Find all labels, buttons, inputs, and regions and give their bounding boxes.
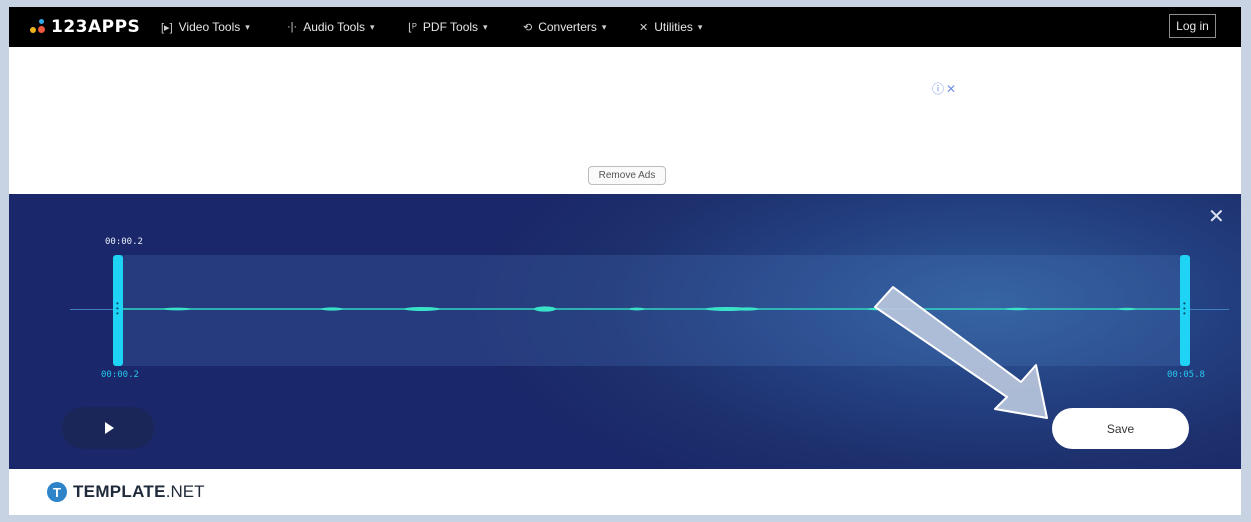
grip-icon: • • •: [1183, 299, 1186, 318]
nav-audio-tools[interactable]: ·|· Audio Tools ▾: [287, 7, 375, 47]
template-brand-light: .NET: [165, 482, 205, 501]
chevron-down-icon: ▾: [245, 21, 250, 32]
top-navigation: 123APPS [▸] Video Tools ▾ ·|· Audio Tool…: [9, 7, 1241, 47]
chevron-down-icon: ▾: [697, 21, 703, 32]
save-button[interactable]: Save: [1052, 408, 1189, 449]
nav-converters[interactable]: ⟲ Converters ▾: [523, 7, 606, 47]
nav-utilities-label: Utilities: [654, 20, 693, 34]
trim-end-time[interactable]: 00:05.8: [1167, 370, 1205, 380]
play-button[interactable]: [62, 407, 154, 449]
play-icon: [105, 422, 114, 434]
logo[interactable]: 123APPS: [30, 7, 140, 47]
video-icon: [▸]: [161, 21, 173, 34]
audio-wave-icon: ·|·: [287, 21, 298, 33]
waveform[interactable]: [117, 255, 1188, 366]
nav-pdf-tools[interactable]: ⌊ᴾ PDF Tools ▾: [408, 7, 488, 47]
chevron-down-icon: ▾: [601, 21, 607, 32]
chevron-down-icon: ▾: [483, 21, 488, 32]
trim-handle-left[interactable]: • • •: [113, 255, 123, 366]
remove-ads-button[interactable]: Remove Ads: [588, 166, 666, 185]
logo-dots-icon: [30, 19, 46, 35]
nav-converters-label: Converters: [538, 20, 597, 34]
template-brand-bold: TEMPLATE: [73, 482, 166, 501]
template-net-logo: T TEMPLATE .NET: [47, 482, 204, 502]
audio-editor: ✕ 00:00.2 • • • • • • 00:00.2 00:05.8 Sa…: [9, 194, 1241, 469]
pdf-icon: ⌊ᴾ: [408, 21, 417, 34]
ad-info-close-icon[interactable]: ⓘ✕: [932, 80, 958, 97]
template-logo-icon: T: [47, 482, 67, 502]
grip-icon: • • •: [116, 299, 119, 318]
ad-area: ⓘ✕ Remove Ads: [9, 47, 1241, 194]
close-icon[interactable]: ✕: [1208, 206, 1225, 226]
convert-icon: ⟲: [523, 21, 533, 34]
trim-handle-right[interactable]: • • •: [1180, 255, 1190, 366]
chevron-down-icon: ▾: [370, 21, 375, 32]
logo-text: 123APPS: [51, 17, 141, 37]
waveform-baseline-left: [70, 309, 117, 310]
start-time-label: 00:00.2: [105, 237, 143, 247]
nav-video-tools-label: Video Tools: [178, 20, 241, 34]
waveform-baseline-right: [1189, 309, 1229, 310]
footer: T TEMPLATE .NET: [9, 469, 1241, 515]
nav-pdf-tools-label: PDF Tools: [422, 20, 479, 34]
nav-video-tools[interactable]: [▸] Video Tools ▾: [161, 7, 250, 47]
browser-frame: 123APPS [▸] Video Tools ▾ ·|· Audio Tool…: [9, 7, 1241, 515]
tools-icon: ✕: [639, 21, 649, 34]
trim-start-time[interactable]: 00:00.2: [101, 370, 139, 380]
nav-audio-tools-label: Audio Tools: [303, 20, 366, 34]
login-button[interactable]: Log in: [1169, 14, 1216, 38]
nav-utilities[interactable]: ✕ Utilities ▾: [639, 7, 702, 47]
